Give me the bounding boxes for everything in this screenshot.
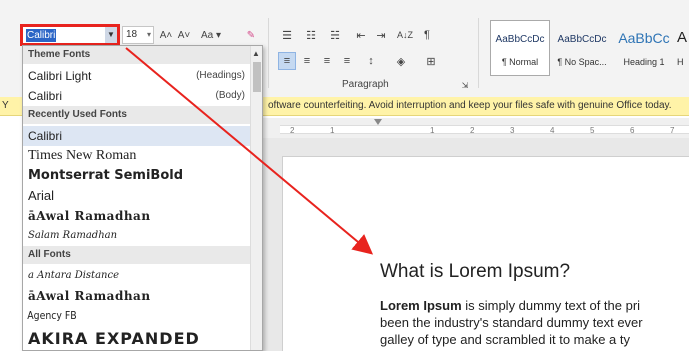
arrow-line: [125, 47, 374, 255]
annotation-arrow: [125, 47, 374, 255]
